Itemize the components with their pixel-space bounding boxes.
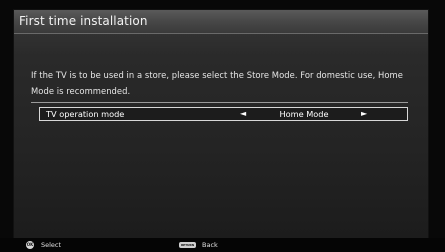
instruction-text: If the TV is to be used in a store, plea… — [31, 70, 403, 96]
left-arrow-icon[interactable]: ◄ — [240, 108, 246, 120]
return-button-icon: RETURN — [179, 242, 196, 248]
title-bar: First time installation — [14, 10, 428, 34]
right-arrow-icon[interactable]: ► — [361, 108, 367, 120]
back-label: Back — [202, 241, 218, 249]
ok-button-icon: OK — [26, 241, 34, 249]
separator-line — [31, 102, 408, 103]
tv-operation-mode-row[interactable]: TV operation mode ◄ Home Mode ► — [39, 107, 408, 121]
dialog-title: First time installation — [19, 14, 148, 28]
installation-dialog: First time installation If the TV is to … — [14, 10, 428, 238]
select-label: Select — [41, 241, 62, 249]
tv-operation-mode-value: Home Mode — [279, 109, 329, 119]
tv-screen: First time installation If the TV is to … — [0, 0, 445, 252]
footer-help-bar: OK Select RETURN Back — [0, 238, 445, 252]
tv-operation-mode-label: TV operation mode — [46, 109, 125, 119]
back-help[interactable]: RETURN Back — [179, 240, 218, 250]
select-help[interactable]: OK Select — [26, 240, 61, 250]
